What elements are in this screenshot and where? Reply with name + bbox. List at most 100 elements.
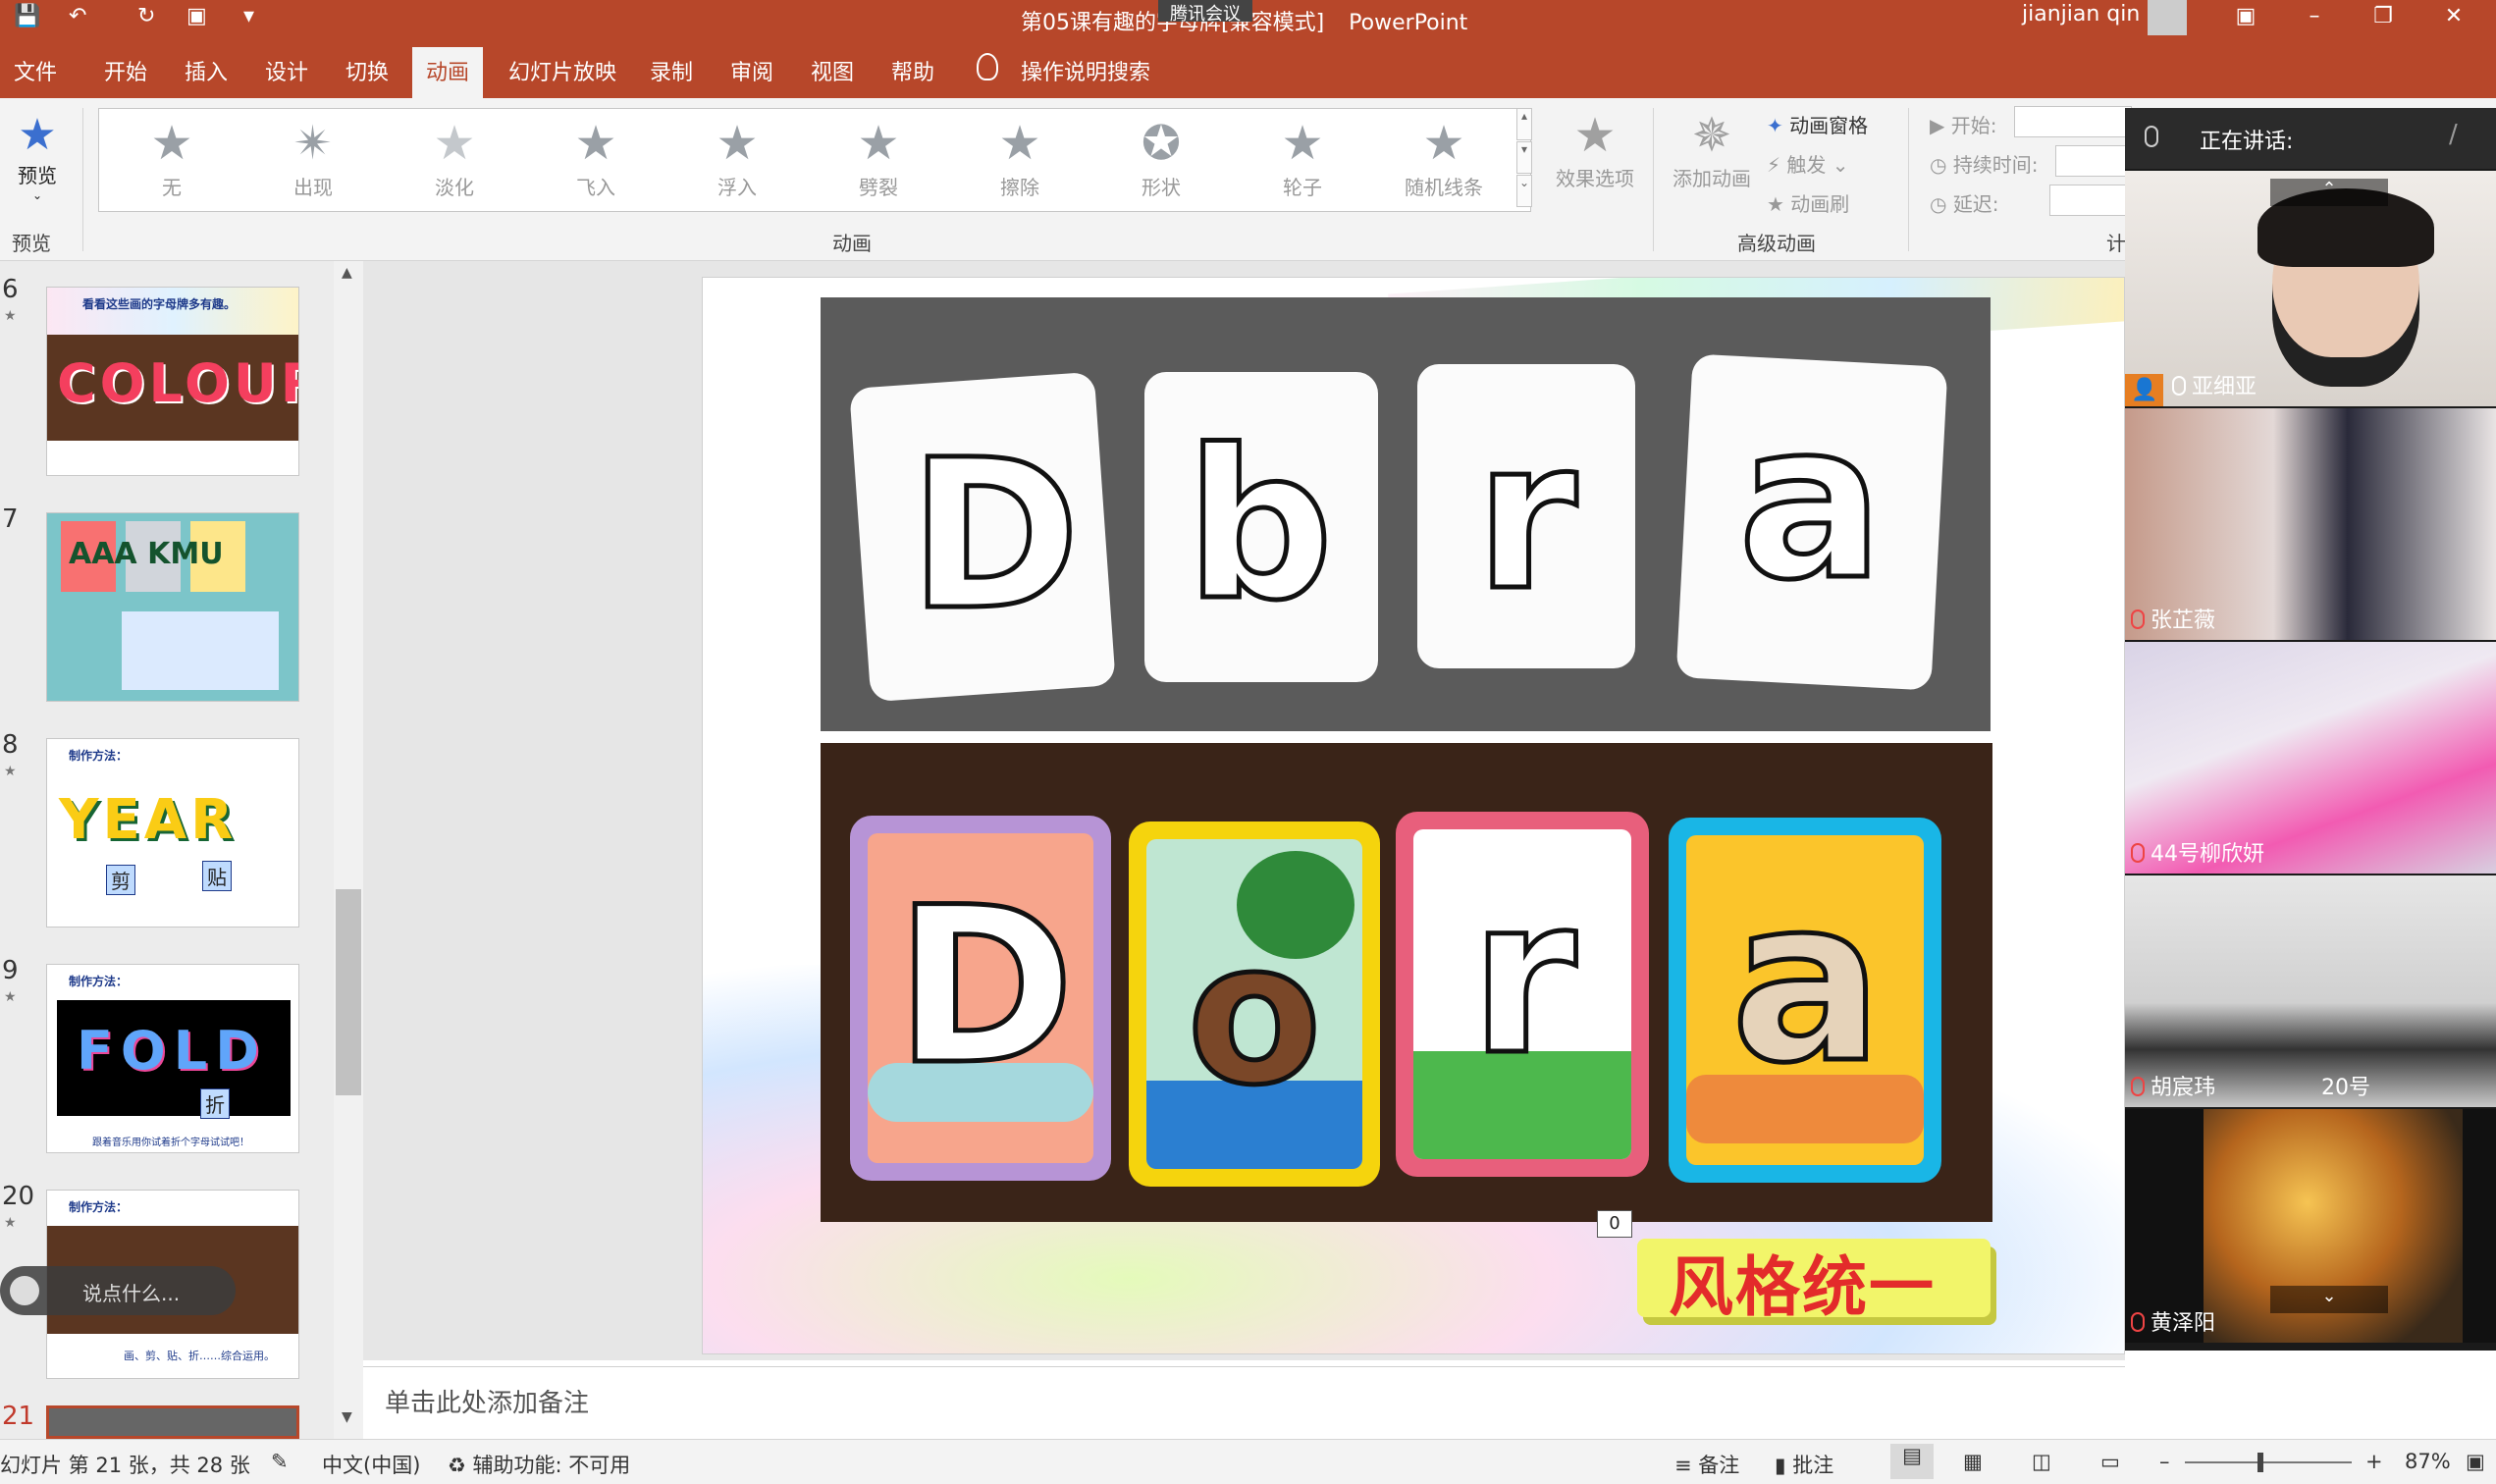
animation-painter-label: 动画刷 <box>1790 192 1850 216</box>
trigger-button[interactable]: ⚡ 触发 ⌄ <box>1767 149 1849 178</box>
undo-icon[interactable]: ↶ <box>69 4 86 28</box>
spellcheck-icon[interactable]: ✎ <box>271 1450 289 1473</box>
gallery-down-icon[interactable]: ▾ <box>1516 141 1532 174</box>
tab-file[interactable]: 文件 <box>14 55 57 86</box>
anim-label: 轮子 <box>1283 176 1322 199</box>
card-letter: o <box>1185 898 1324 1132</box>
anim-shape[interactable]: ✪ 形状 <box>1102 115 1220 209</box>
anim-float-in[interactable]: ★ 浮入 <box>678 115 796 209</box>
anim-none[interactable]: ★ 无 <box>113 115 231 209</box>
customize-qat-icon[interactable]: ▾ <box>243 4 254 28</box>
anim-fade[interactable]: ★ 淡化 <box>396 115 513 209</box>
reading-view-icon[interactable]: ◫ <box>2032 1450 2051 1473</box>
close-icon[interactable]: ✕ <box>2424 0 2483 37</box>
tab-record[interactable]: 录制 <box>650 55 693 86</box>
slide-thumbnail-6[interactable]: 看看这些画的字母牌多有趣。 COLOUR <box>46 287 299 476</box>
thumbnails-scrollbar[interactable]: ▲ ▼ <box>334 261 363 1439</box>
animation-pane-button[interactable]: ✦ 动画窗格 <box>1767 110 1868 138</box>
animation-order-tag[interactable]: 0 <box>1597 1210 1632 1238</box>
comments-button[interactable]: ▮ 批注 <box>1775 1450 1833 1479</box>
notes-button[interactable]: ≡ 备注 <box>1674 1450 1739 1479</box>
tell-me-search[interactable]: 操作说明搜索 <box>1021 55 1150 86</box>
collapse-icon[interactable]: ∕ <box>2449 120 2458 149</box>
accessibility-icon: ♻ <box>448 1454 466 1477</box>
group-preview-label: 预览 <box>12 232 51 255</box>
zoom-level[interactable]: 87% <box>2405 1450 2451 1473</box>
anim-fly-in[interactable]: ★ 飞入 <box>537 115 655 209</box>
zoom-slider-thumb[interactable] <box>2257 1453 2263 1472</box>
restore-icon[interactable]: ❐ <box>2354 0 2413 37</box>
normal-view-icon[interactable]: ▤ <box>1890 1444 1934 1479</box>
photo-uncolored-cards[interactable]: D b r a <box>821 297 1991 731</box>
timing-delay-label: 延迟: <box>1952 192 1999 216</box>
thumb-caption: 制作方法： <box>69 749 129 763</box>
timing-start-select[interactable] <box>2014 106 2132 137</box>
timing-duration: ◷ 持续时间: <box>1930 149 2039 178</box>
slide-sorter-icon[interactable]: ▦ <box>1963 1450 1983 1473</box>
anim-label: 淡化 <box>435 176 474 199</box>
language-status[interactable]: 中文(中国) <box>322 1450 420 1479</box>
tab-slideshow[interactable]: 幻灯片放映 <box>508 55 616 86</box>
scrollbar-thumb[interactable] <box>336 889 361 1095</box>
tab-transitions[interactable]: 切换 <box>345 55 389 86</box>
video-tile[interactable]: ⌄ 黄泽阳 <box>2125 1109 2496 1343</box>
speaking-label: 正在讲话: <box>2200 130 2294 154</box>
slide-thumbnail-9[interactable]: 制作方法： FOLD 折 跟着音乐用你试着折个字母试试吧！ <box>46 964 299 1153</box>
effect-options-button[interactable]: ★ 效果选项 <box>1546 108 1644 191</box>
chat-input-bubble[interactable]: 说点什么... <box>0 1266 236 1315</box>
zoom-out-icon[interactable]: – <box>2159 1450 2170 1473</box>
avatar[interactable] <box>2148 0 2187 35</box>
preview-button[interactable]: ★ 预览 ⌄ <box>8 110 67 208</box>
tab-animations[interactable]: 动画 <box>412 47 484 98</box>
participant-extra: 20号 <box>2321 1076 2370 1100</box>
accessibility-status[interactable]: ♻ 辅助功能: 不可用 <box>448 1450 630 1479</box>
tab-home[interactable]: 开始 <box>104 55 147 86</box>
fit-to-window-icon[interactable]: ▣ <box>2466 1450 2485 1473</box>
anim-wipe[interactable]: ★ 擦除 <box>961 115 1079 209</box>
notes-pane[interactable]: 单击此处添加备注 <box>363 1366 2125 1439</box>
current-slide[interactable]: D b r a D o r a <box>702 277 2125 1354</box>
scroll-down-icon[interactable]: ⌄ <box>2270 1286 2388 1313</box>
animation-star-icon: ★ <box>4 308 17 324</box>
scroll-down-icon[interactable]: ▼ <box>342 1409 352 1425</box>
anim-random-bars[interactable]: ★ 随机线条 <box>1385 115 1503 209</box>
tab-help[interactable]: 帮助 <box>891 55 934 86</box>
ribbon-display-icon[interactable]: ▣ <box>2216 0 2275 37</box>
anim-appear[interactable]: ✴ 出现 <box>254 115 372 209</box>
slide-thumbnail-8[interactable]: 制作方法： YEAR 剪 贴 <box>46 738 299 928</box>
redo-icon[interactable]: ↻ <box>137 4 155 28</box>
save-icon[interactable]: 💾 <box>14 4 40 28</box>
present-icon[interactable]: ▣ <box>186 4 207 28</box>
emoji-icon[interactable] <box>10 1276 39 1305</box>
video-tile[interactable]: 44号柳欣妍 <box>2125 642 2496 874</box>
gallery-up-icon[interactable]: ▴ <box>1516 108 1532 140</box>
anim-wheel[interactable]: ★ 轮子 <box>1244 115 1361 209</box>
tab-design[interactable]: 设计 <box>265 55 308 86</box>
minimize-icon[interactable]: – <box>2285 0 2344 37</box>
slide-thumbnail-21[interactable] <box>46 1405 299 1439</box>
user-name[interactable]: jianjian qin <box>2022 2 2140 26</box>
tab-view[interactable]: 视图 <box>811 55 854 86</box>
meeting-badge[interactable]: 腾讯会议 <box>1158 0 1252 25</box>
video-tile-host[interactable]: ⌃ 👤 亚细亚 <box>2125 171 2496 406</box>
zoom-in-icon[interactable]: + <box>2365 1450 2383 1473</box>
tab-review[interactable]: 审阅 <box>730 55 773 86</box>
slide-thumbnail-7[interactable]: AAA KMU <box>46 512 299 702</box>
scroll-up-icon[interactable]: ⌃ <box>2270 179 2388 206</box>
scroll-up-icon[interactable]: ▲ <box>342 265 352 281</box>
mic-muted-icon <box>2131 1312 2145 1332</box>
add-animation-button[interactable]: ✵ 添加动画 <box>1663 108 1761 191</box>
anim-split[interactable]: ★ 劈裂 <box>820 115 937 209</box>
timing-duration-input[interactable] <box>2055 145 2132 177</box>
timing-delay-input[interactable] <box>2049 185 2132 216</box>
animation-painter-button[interactable]: ★ 动画刷 <box>1767 188 1849 217</box>
video-tile[interactable]: 张芷薇 <box>2125 408 2496 640</box>
thumb-tag: 剪 <box>106 865 135 895</box>
video-tile[interactable]: 胡宸玮 20号 <box>2125 875 2496 1107</box>
group-timing-label: 计 <box>2106 232 2126 255</box>
zoom-slider[interactable] <box>2185 1453 2352 1472</box>
slideshow-icon[interactable]: ▭ <box>2100 1450 2120 1473</box>
photo-colored-cards[interactable]: D o r a <box>821 743 1992 1222</box>
tab-insert[interactable]: 插入 <box>185 55 228 86</box>
gallery-more-icon[interactable]: ⌄ <box>1516 175 1532 207</box>
